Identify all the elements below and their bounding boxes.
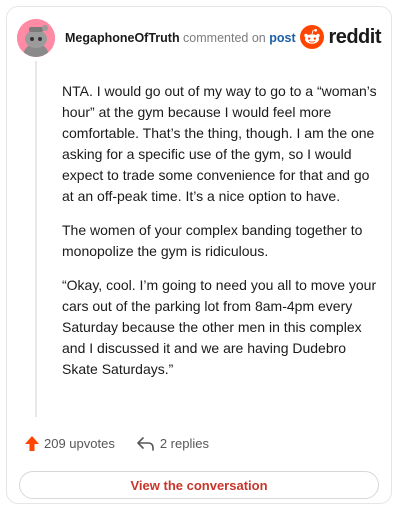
reply-count: 2 replies <box>159 436 209 451</box>
reply-arrow-icon <box>137 436 154 451</box>
comment-paragraph: “Okay, cool. I’m going to need you all t… <box>62 277 377 377</box>
comment-body: NTA. I would go out of my way to go to a… <box>62 81 380 393</box>
username-link[interactable]: MegaphoneOfTruth <box>65 31 180 45</box>
replies-button[interactable]: 2 replies <box>137 436 209 451</box>
upvote-button[interactable]: 209 upvotes <box>25 436 115 451</box>
upvote-count: 209 upvotes <box>44 436 115 451</box>
comment-paragraph: The women of your complex banding togeth… <box>62 222 363 259</box>
thread-line <box>35 61 37 417</box>
comment-card: MegaphoneOfTruth commented on post reddi… <box>6 6 392 504</box>
byline-action-text: commented on <box>179 31 270 45</box>
comment-byline: MegaphoneOfTruth commented on post <box>65 31 296 45</box>
reddit-logo[interactable]: reddit <box>300 25 381 49</box>
comment-actions: 209 upvotes 2 replies <box>25 436 231 451</box>
view-conversation-button[interactable]: View the conversation <box>19 471 379 499</box>
reddit-snoo-icon <box>300 25 325 49</box>
comment-paragraph: NTA. I would go out of my way to go to a… <box>62 83 377 204</box>
post-link[interactable]: post <box>269 31 295 45</box>
comment-header: MegaphoneOfTruth commented on post <box>17 19 296 57</box>
reddit-wordmark: reddit <box>328 25 381 48</box>
user-avatar[interactable] <box>17 19 55 57</box>
upvote-arrow-icon <box>25 436 39 451</box>
